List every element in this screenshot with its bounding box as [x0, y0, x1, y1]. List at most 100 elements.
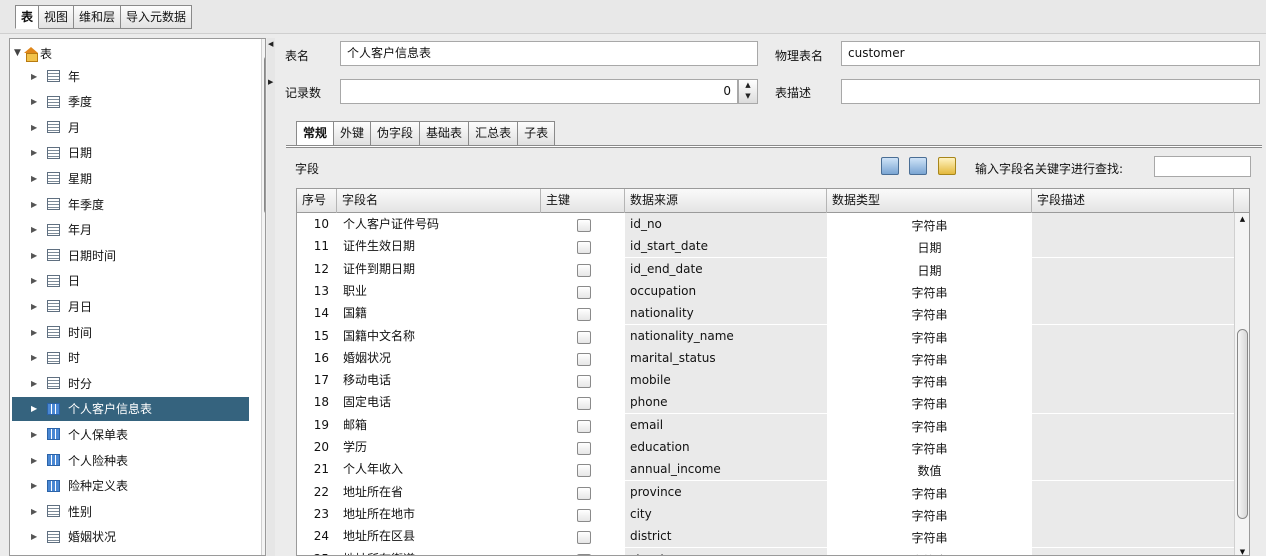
field-name-cell[interactable]: 固定电话	[337, 391, 541, 413]
sub-tab-5[interactable]: 子表	[518, 121, 556, 146]
data-type-cell[interactable]: 字符串	[827, 325, 1032, 347]
primary-key-checkbox[interactable]	[577, 330, 591, 344]
table-row[interactable]: 23 地址所在地市 city 字符串	[297, 502, 1234, 525]
primary-key-checkbox[interactable]	[577, 263, 591, 277]
field-name-cell[interactable]: 国籍	[337, 302, 541, 324]
tree-item[interactable]: ▶ 年	[12, 64, 249, 88]
tree-item[interactable]: ▶ 时分	[12, 371, 249, 395]
paste-field-icon[interactable]	[938, 157, 956, 175]
field-desc-cell[interactable]	[1032, 391, 1234, 414]
primary-key-checkbox[interactable]	[577, 464, 591, 478]
table-scroll-down-icon[interactable]: ▼	[1235, 548, 1249, 555]
field-desc-cell[interactable]	[1032, 324, 1234, 347]
field-name-cell[interactable]: 婚姻状况	[337, 347, 541, 369]
col-header-type[interactable]: 数据类型	[827, 189, 1032, 213]
tree-item[interactable]: ▶ 个人客户信息表	[12, 396, 249, 421]
expand-triangle-icon[interactable]: ▶	[31, 123, 47, 132]
data-source-cell[interactable]: street	[625, 547, 827, 555]
table-row[interactable]: 21 个人年收入 annual_income 数值	[297, 458, 1234, 481]
field-name-cell[interactable]: 学历	[337, 436, 541, 458]
table-row[interactable]: 20 学历 education 字符串	[297, 436, 1234, 458]
field-search-input[interactable]	[1154, 156, 1251, 177]
data-source-cell[interactable]: mobile	[625, 369, 827, 392]
expand-triangle-icon[interactable]: ▶	[31, 302, 47, 311]
expand-triangle-icon[interactable]: ▶	[31, 456, 47, 465]
data-type-cell[interactable]: 字符串	[827, 436, 1032, 458]
field-desc-cell[interactable]	[1032, 458, 1234, 481]
tree-item[interactable]: ▶ 时	[12, 346, 249, 370]
tree-item[interactable]: ▶ 年季度	[12, 192, 249, 216]
split-left-arrow-icon[interactable]: ◀	[268, 40, 273, 48]
expand-triangle-icon[interactable]: ▶	[31, 276, 47, 285]
table-row[interactable]: 19 邮箱 email 字符串	[297, 413, 1234, 436]
data-type-cell[interactable]: 字符串	[827, 302, 1032, 324]
expand-triangle-icon[interactable]: ▶	[31, 72, 47, 81]
top-tab-0[interactable]: 表	[15, 5, 40, 29]
primary-key-checkbox[interactable]	[577, 308, 591, 322]
table-desc-field[interactable]	[841, 79, 1260, 104]
field-name-cell[interactable]: 证件生效日期	[337, 235, 541, 257]
data-source-cell[interactable]: phone	[625, 391, 827, 414]
data-type-cell[interactable]: 字符串	[827, 213, 1032, 235]
field-name-cell[interactable]: 地址所在省	[337, 481, 541, 503]
tree-item[interactable]: ▶ 时间	[12, 320, 249, 344]
physical-name-field[interactable]: customer	[841, 41, 1260, 66]
expand-triangle-icon[interactable]: ▶	[31, 328, 47, 337]
tree-item[interactable]: ▶ 险种定义表	[12, 474, 249, 498]
tree-item[interactable]: ▶ 性别	[12, 499, 249, 523]
primary-key-checkbox[interactable]	[577, 352, 591, 366]
tree-item[interactable]: ▶ 日期	[12, 141, 249, 165]
sub-tab-1[interactable]: 外键	[334, 121, 372, 146]
data-source-cell[interactable]: nationality	[625, 302, 827, 325]
data-source-cell[interactable]: province	[625, 480, 827, 503]
data-type-cell[interactable]: 日期	[827, 235, 1032, 257]
primary-key-checkbox[interactable]	[577, 375, 591, 389]
field-desc-cell[interactable]	[1032, 257, 1234, 280]
data-type-cell[interactable]: 字符串	[827, 481, 1032, 503]
table-row[interactable]: 15 国籍中文名称 nationality_name 字符串	[297, 324, 1234, 347]
data-type-cell[interactable]: 字符串	[827, 525, 1032, 547]
table-row[interactable]: 22 地址所在省 province 字符串	[297, 480, 1234, 503]
tree-scroll-thumb[interactable]	[264, 55, 265, 215]
data-type-cell[interactable]: 字符串	[827, 503, 1032, 525]
field-desc-cell[interactable]	[1032, 235, 1234, 258]
field-desc-cell[interactable]	[1032, 547, 1234, 555]
table-row[interactable]: 25地址所在街道 street字符串	[297, 547, 1234, 555]
table-row[interactable]: 13 职业 occupation 字符串	[297, 279, 1234, 302]
table-row[interactable]: 16 婚姻状况 marital_status 字符串	[297, 346, 1234, 369]
table-row[interactable]: 14 国籍 nationality 字符串	[297, 302, 1234, 325]
data-source-cell[interactable]: id_start_date	[625, 235, 827, 258]
split-right-arrow-icon[interactable]: ▶	[268, 78, 273, 86]
field-desc-cell[interactable]	[1032, 346, 1234, 369]
scroll-up-arrow-icon[interactable]: ▲	[262, 39, 265, 55]
collapse-triangle-icon[interactable]: ▼	[14, 48, 24, 58]
field-name-cell[interactable]: 个人客户证件号码	[337, 213, 541, 235]
sub-tab-0[interactable]: 常规	[296, 121, 335, 146]
col-header-no[interactable]: 序号	[297, 189, 337, 213]
field-desc-cell[interactable]	[1032, 525, 1234, 548]
table-scroll-thumb[interactable]	[1237, 329, 1248, 519]
field-desc-cell[interactable]	[1032, 436, 1234, 458]
field-name-cell[interactable]: 证件到期日期	[337, 258, 541, 280]
field-desc-cell[interactable]	[1032, 480, 1234, 503]
table-row[interactable]: 18 固定电话 phone 字符串	[297, 391, 1234, 414]
primary-key-checkbox[interactable]	[577, 397, 591, 411]
data-type-cell[interactable]: 字符串	[827, 414, 1032, 436]
data-type-cell[interactable]: 日期	[827, 258, 1032, 280]
table-scroll-up-icon[interactable]: ▲	[1235, 215, 1249, 223]
add-field-icon[interactable]	[881, 157, 899, 175]
primary-key-checkbox[interactable]	[577, 419, 591, 433]
primary-key-checkbox[interactable]	[577, 442, 591, 455]
table-row[interactable]: 17 移动电话 mobile 字符串	[297, 369, 1234, 392]
table-row[interactable]: 11 证件生效日期 id_start_date 日期	[297, 235, 1234, 258]
field-name-cell[interactable]: 职业	[337, 280, 541, 302]
tree-item[interactable]: ▶ 个人险种表	[12, 448, 249, 472]
data-source-cell[interactable]: nationality_name	[625, 324, 827, 347]
tree-scrollbar[interactable]: ▲	[261, 39, 265, 555]
record-count-spinner[interactable]: ▲ ▼	[738, 79, 758, 104]
sub-tab-2[interactable]: 伪字段	[371, 121, 421, 146]
copy-field-icon[interactable]	[909, 157, 927, 175]
data-source-cell[interactable]: district	[625, 525, 827, 548]
tree-item[interactable]: ▶ 日	[12, 269, 249, 293]
sub-tab-4[interactable]: 汇总表	[469, 121, 519, 146]
